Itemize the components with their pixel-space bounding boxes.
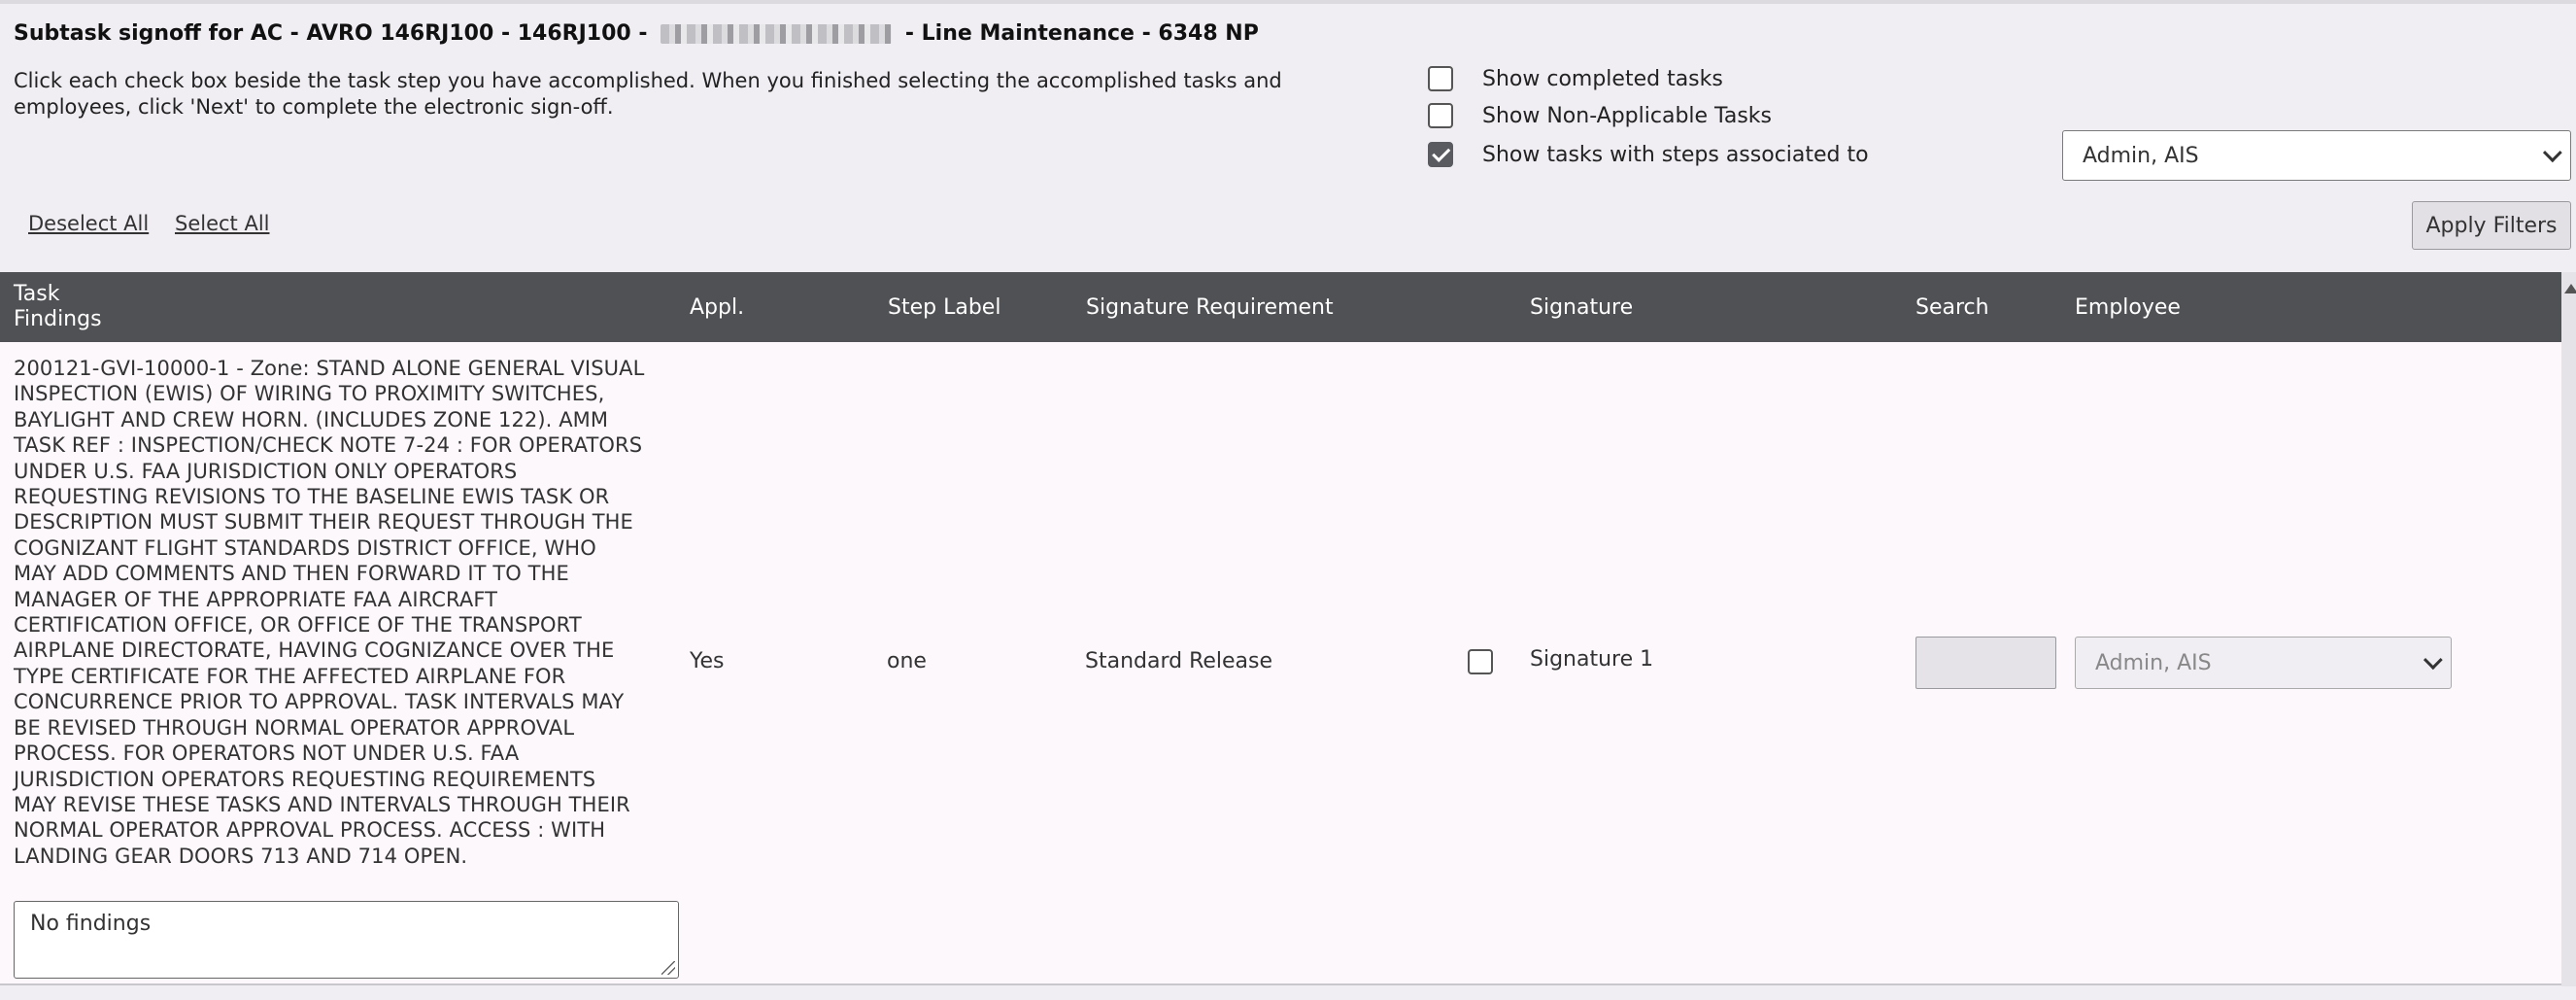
task-line: NORMAL OPERATOR APPROVAL PROCESS. ACCESS… — [14, 818, 606, 843]
employee-select-value: Admin, AIS — [2095, 650, 2212, 675]
task-line: UNDER U.S. FAA JURISDICTION ONLY OPERATO… — [14, 459, 518, 483]
associated-employee-value: Admin, AIS — [2083, 143, 2199, 168]
select-all-link[interactable]: Select All — [175, 212, 270, 235]
task-line: BAYLIGHT AND CREW HORN. (INCLUDES ZONE 1… — [14, 407, 609, 431]
title-prefix: Subtask signoff for AC - AVRO 146RJ100 -… — [14, 21, 648, 46]
deselect-all-link[interactable]: Deselect All — [28, 212, 149, 235]
scroll-up-arrow-icon[interactable] — [2564, 284, 2576, 293]
findings-textarea[interactable]: No findings — [14, 901, 679, 979]
show-non-applicable-label: Show Non-Applicable Tasks — [1482, 103, 1772, 128]
task-line: MAY ADD COMMENTS AND THEN FORWARD IT TO … — [14, 562, 569, 586]
task-line: TYPE CERTIFICATE FOR THE AFFECTED AIRPLA… — [14, 664, 566, 688]
filter-show-completed[interactable]: Show completed tasks — [1428, 66, 1723, 91]
chevron-down-icon — [2542, 143, 2562, 163]
redacted-registration — [661, 24, 893, 44]
show-associated-checkbox[interactable] — [1428, 142, 1453, 167]
header-signature: Signature — [1530, 295, 1634, 320]
apply-filters-button[interactable]: Apply Filters — [2412, 201, 2571, 250]
step-label-value: one — [887, 649, 927, 673]
associated-employee-select[interactable]: Admin, AIS — [2062, 130, 2571, 181]
table-row: 200121-GVI-10000-1 - Zone: STAND ALONE G… — [0, 342, 2561, 983]
task-line: REQUESTING REVISIONS TO THE BASELINE EWI… — [14, 485, 610, 509]
chevron-down-icon — [2423, 650, 2443, 671]
top-border — [0, 0, 2576, 4]
header-search: Search — [1915, 295, 1989, 320]
task-line: TASK REF : INSPECTION/CHECK NOTE 7-24 : … — [14, 433, 643, 458]
filter-show-associated[interactable]: Show tasks with steps associated to — [1428, 142, 1869, 167]
header-task: Task — [14, 282, 60, 306]
filter-show-non-applicable[interactable]: Show Non-Applicable Tasks — [1428, 103, 1772, 128]
employee-search-input[interactable] — [1915, 637, 2056, 689]
task-line: DESCRIPTION MUST SUBMIT THEIR REQUEST TH… — [14, 510, 633, 534]
task-line: PROCESS. FOR OPERATORS NOT UNDER U.S. FA… — [14, 741, 520, 766]
vertical-scrollbar[interactable] — [2561, 272, 2576, 986]
header-employee: Employee — [2075, 295, 2181, 320]
employee-select[interactable]: Admin, AIS — [2075, 637, 2452, 689]
show-completed-label: Show completed tasks — [1482, 66, 1723, 91]
task-line: COGNIZANT FLIGHT STANDARDS DISTRICT OFFI… — [14, 535, 596, 560]
task-line: LANDING GEAR DOORS 713 AND 714 OPEN. — [14, 844, 468, 868]
header-findings: Findings — [14, 307, 102, 331]
task-line: 200121-GVI-10000-1 - Zone: STAND ALONE G… — [14, 357, 645, 380]
appl-value: Yes — [690, 649, 725, 673]
signature-value: Signature 1 — [1530, 647, 1654, 672]
signature-checkbox[interactable] — [1468, 649, 1493, 674]
task-line: CERTIFICATION OFFICE, OR OFFICE OF THE T… — [14, 613, 582, 638]
page-title: Subtask signoff for AC - AVRO 146RJ100 -… — [14, 21, 1259, 46]
header-step-label: Step Label — [888, 295, 1001, 320]
show-non-applicable-checkbox[interactable] — [1428, 103, 1453, 128]
task-line: AIRPLANE DIRECTORATE, HAVING COGNIZANCE … — [14, 638, 615, 663]
subtask-signoff-page: Subtask signoff for AC - AVRO 146RJ100 -… — [0, 0, 2576, 1000]
table-header: Task Findings Appl. Step Label Signature… — [0, 272, 2561, 342]
header-appl: Appl. — [690, 295, 745, 320]
header-task-findings: Task Findings — [14, 282, 102, 332]
show-completed-checkbox[interactable] — [1428, 66, 1453, 91]
instructions-text: Click each check box beside the task ste… — [14, 69, 1282, 119]
show-associated-label: Show tasks with steps associated to — [1482, 142, 1869, 167]
task-line: MANAGER OF THE APPROPRIATE FAA AIRCRAFT — [14, 587, 498, 611]
task-line: MAY REVISE THESE TASKS AND INTERVALS THR… — [14, 792, 630, 816]
header-signature-requirement: Signature Requirement — [1086, 295, 1334, 320]
table-bottom-border — [0, 983, 2561, 985]
signature-requirement-value: Standard Release — [1085, 649, 1273, 673]
task-line: CONCURRENCE PRIOR TO APPROVAL. TASK INTE… — [14, 690, 625, 714]
task-line: BE REVISED THROUGH NORMAL OPERATOR APPRO… — [14, 715, 575, 740]
task-line: JURISDICTION OPERATORS REQUESTING REQUIR… — [14, 767, 596, 791]
findings-value: No findings — [30, 912, 152, 936]
task-line: INSPECTION (EWIS) OF WIRING TO PROXIMITY… — [14, 382, 605, 406]
resize-handle-icon[interactable] — [661, 961, 675, 975]
task-description: 200121-GVI-10000-1 - Zone: STAND ALONE G… — [14, 356, 684, 869]
title-suffix: - Line Maintenance - 6348 NP — [904, 21, 1259, 46]
